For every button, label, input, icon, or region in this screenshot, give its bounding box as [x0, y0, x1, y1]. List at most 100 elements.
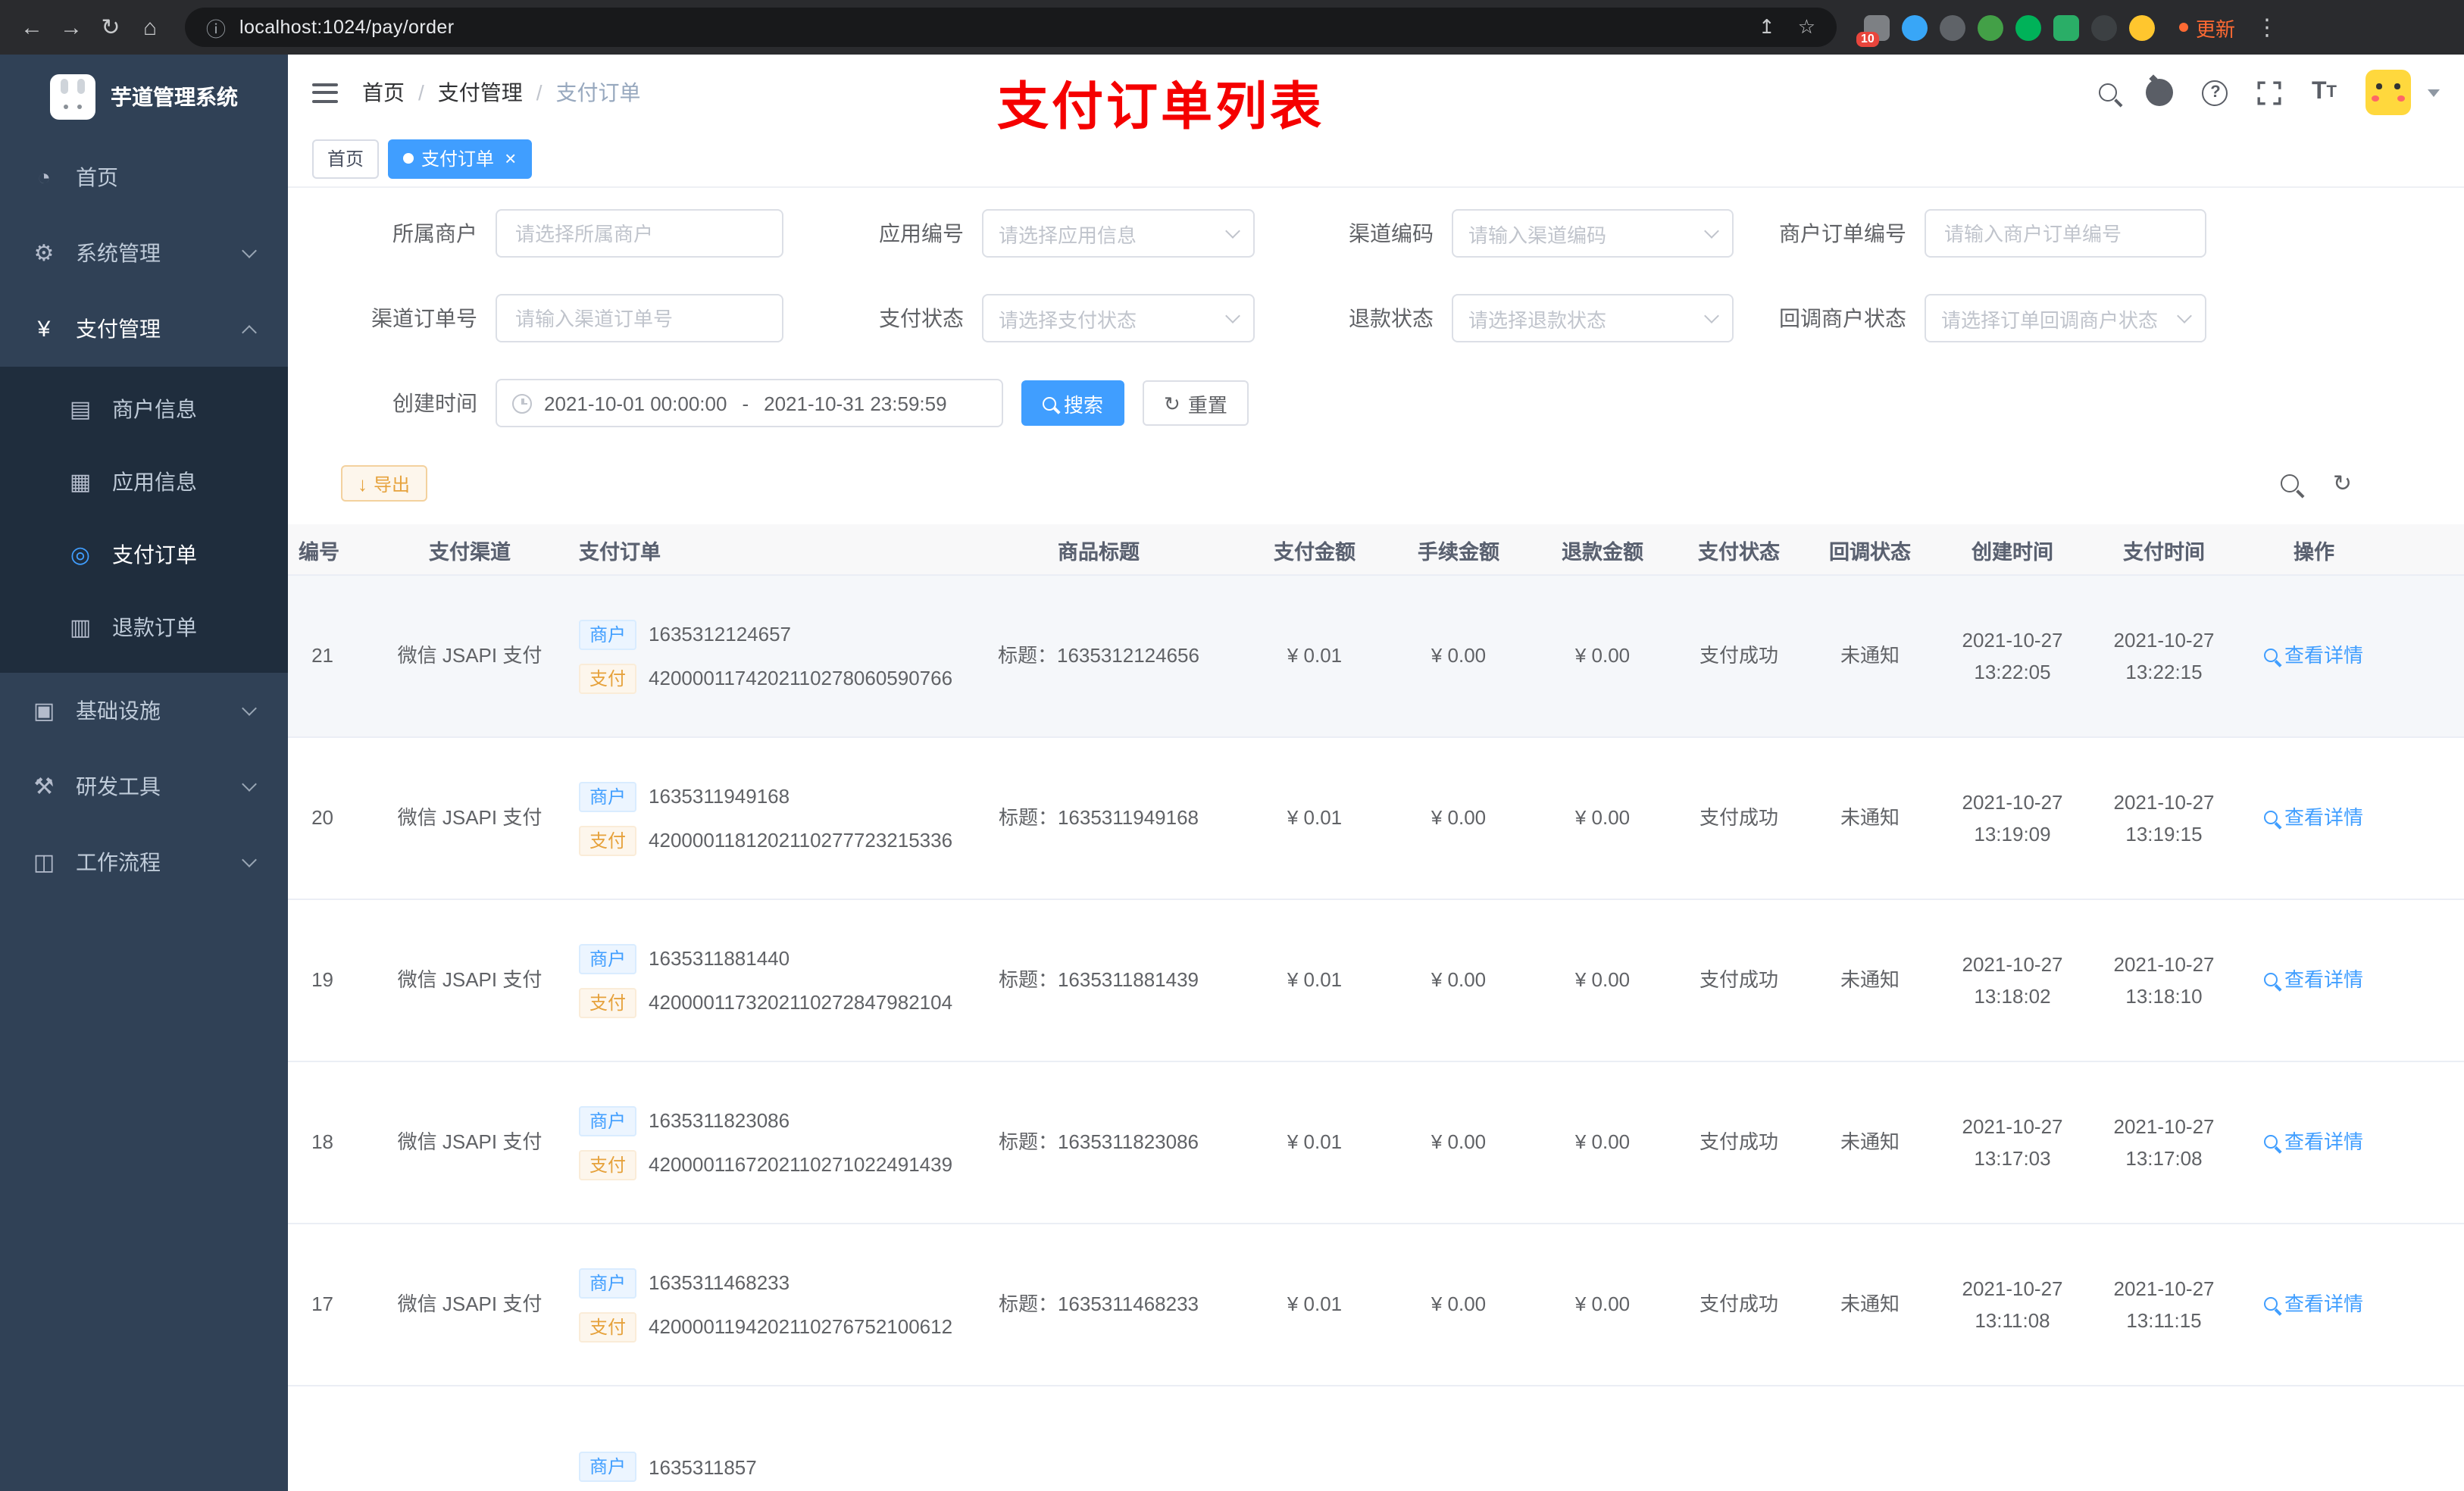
- site-info-icon[interactable]: ⓘ: [206, 13, 226, 42]
- merchant-order-no: 1635311949168: [649, 785, 790, 808]
- font-size-icon[interactable]: T: [2312, 80, 2337, 105]
- export-button[interactable]: ↓ 导出: [341, 465, 427, 502]
- view-detail-link[interactable]: 查看详情: [2264, 1127, 2363, 1157]
- cell-amount: ¥ 0.01: [1287, 968, 1343, 992]
- table-row[interactable]: 20 微信 JSAPI 支付 商户 1635311949168 支付 4200001…: [288, 738, 2464, 900]
- filter-row-3: 创建时间 2021-10-01 00:00:00 - 2021-10-31 23…: [288, 379, 2464, 427]
- extension-icon-blue[interactable]: [1902, 14, 1928, 40]
- search-button-label: 搜索: [1064, 393, 1104, 416]
- bookmark-star-icon[interactable]: ☆: [1798, 15, 1815, 39]
- merchant-filter-input[interactable]: [496, 209, 783, 258]
- extension-icon-green[interactable]: [1978, 14, 2003, 40]
- pay-status-select[interactable]: 请选择支付状态: [982, 294, 1255, 342]
- sidebar-item-app-info[interactable]: ▦ 应用信息: [0, 445, 288, 518]
- view-detail-link[interactable]: 查看详情: [2264, 803, 2363, 833]
- cell-fee: ¥ 0.00: [1431, 968, 1487, 992]
- merchant-order-no-input[interactable]: [1925, 209, 2206, 258]
- select-placeholder: 请输入渠道编码: [1468, 223, 1607, 246]
- breadcrumb-payment[interactable]: 支付管理: [438, 77, 523, 108]
- app-logo[interactable]: 芋道管理系统: [0, 55, 288, 139]
- refresh-table-icon[interactable]: ↻: [2333, 472, 2352, 495]
- user-avatar[interactable]: [2366, 70, 2411, 115]
- browser-menu-icon[interactable]: ⋮: [2247, 14, 2287, 41]
- cell-id: 20: [311, 806, 333, 830]
- sidebar-item-merchant-info[interactable]: ▤ 商户信息: [0, 373, 288, 445]
- cell-pay-time: 2021-10-27 13:11:15: [2113, 1277, 2215, 1332]
- search-icon[interactable]: [2099, 83, 2118, 102]
- reset-button[interactable]: ↻ 重置: [1143, 380, 1249, 426]
- table-row[interactable]: 17 微信 JSAPI 支付 商户 1635311468233 支付 4200001…: [288, 1224, 2464, 1386]
- col-pay-order: 支付订单: [579, 540, 661, 563]
- sidebar-item-payment[interactable]: ¥ 支付管理: [0, 291, 288, 367]
- col-create-time: 创建时间: [1972, 540, 2053, 563]
- sidebar-item-label: 系统管理: [76, 241, 161, 265]
- channel-code-select[interactable]: 请输入渠道编码: [1452, 209, 1734, 258]
- col-callback: 回调状态: [1829, 540, 1911, 563]
- tab-close-icon[interactable]: ×: [505, 148, 516, 168]
- breadcrumb-home[interactable]: 首页: [362, 77, 405, 108]
- search-icon: [2264, 811, 2278, 825]
- search-icon: [2264, 1135, 2278, 1149]
- sidebar-item-home[interactable]: ◔ 首页: [0, 139, 288, 215]
- help-icon[interactable]: [2202, 80, 2228, 105]
- cell-refund: ¥ 0.00: [1574, 806, 1631, 830]
- sidebar-item-pay-order[interactable]: ◎ 支付订单: [0, 518, 288, 591]
- table-row[interactable]: 19 微信 JSAPI 支付 商户 1635311881440 支付 4200001…: [288, 900, 2464, 1062]
- browser-update-button[interactable]: 更新: [2179, 13, 2235, 42]
- cell-callback: 未通知: [1840, 806, 1900, 830]
- extension-icon-gray[interactable]: [1940, 14, 1965, 40]
- refund-status-select[interactable]: 请选择退款状态: [1452, 294, 1734, 342]
- merchant-order-no: 1635311881440: [649, 947, 790, 970]
- sidebar-item-dev-tools[interactable]: ⚒ 研发工具: [0, 749, 288, 824]
- sidebar-item-infrastructure[interactable]: ▣ 基础设施: [0, 673, 288, 749]
- cell-title: 标题：1635311823086: [998, 1130, 1199, 1154]
- toggle-search-icon[interactable]: [2281, 474, 2300, 492]
- fullscreen-icon[interactable]: [2257, 80, 2283, 105]
- view-detail-link[interactable]: 查看详情: [2264, 1289, 2363, 1319]
- table-toolbar: ↓ 导出 ↻: [288, 464, 2464, 503]
- pay-tag: 支付: [579, 825, 637, 855]
- search-button[interactable]: 搜索: [1021, 380, 1125, 426]
- merchant-tag: 商户: [579, 781, 637, 811]
- extension-icon-pin[interactable]: [2091, 14, 2117, 40]
- search-icon: [2264, 1297, 2278, 1311]
- home-icon[interactable]: ⌂: [130, 14, 170, 40]
- create-time-range-picker[interactable]: 2021-10-01 00:00:00 - 2021-10-31 23:59:5…: [496, 379, 1003, 427]
- table-row-partial[interactable]: 商户 1635311857: [288, 1386, 2464, 1491]
- back-icon[interactable]: ←: [12, 14, 52, 40]
- sidebar-item-workflow[interactable]: ◫ 工作流程: [0, 824, 288, 900]
- cell-create-time: 2021-10-27 13:11:08: [1962, 1277, 2063, 1332]
- cell-id: 21: [311, 644, 333, 667]
- channel-order-no-input[interactable]: [496, 294, 783, 342]
- forward-icon[interactable]: →: [52, 14, 91, 40]
- search-icon: [2264, 973, 2278, 987]
- reload-icon[interactable]: ↻: [91, 14, 130, 41]
- view-detail-link[interactable]: 查看详情: [2264, 965, 2363, 995]
- address-bar[interactable]: ⓘ localhost:1024/pay/order ↥ ☆: [185, 8, 1837, 47]
- share-icon[interactable]: ↥: [1759, 15, 1775, 39]
- hamburger-icon[interactable]: [312, 83, 338, 102]
- table-row[interactable]: 21 微信 JSAPI 支付 商户 1635312124657 支付 4200001…: [288, 576, 2464, 738]
- github-icon[interactable]: [2146, 79, 2174, 106]
- sidebar-item-refund-order[interactable]: ▥ 退款订单: [0, 591, 288, 664]
- filter-label: 回调商户状态: [1779, 306, 1906, 330]
- chevron-down-icon: [242, 701, 257, 716]
- profile-avatar-icon[interactable]: [2129, 14, 2155, 40]
- avatar-dropdown-caret[interactable]: [2428, 89, 2440, 96]
- callback-status-select[interactable]: 请选择订单回调商户状态: [1925, 294, 2206, 342]
- tab-pay-order[interactable]: 支付订单 ×: [388, 139, 532, 178]
- app-no-select[interactable]: 请选择应用信息: [982, 209, 1255, 258]
- extension-icon-chat[interactable]: [2053, 14, 2079, 40]
- tab-home[interactable]: 首页: [312, 139, 380, 178]
- extension-icon-badged[interactable]: 10: [1856, 14, 1890, 46]
- screenshot-root: ← → ↻ ⌂ ⓘ localhost:1024/pay/order ↥ ☆ 1…: [0, 0, 2464, 1491]
- table-header-row: 编号 支付渠道 支付订单 商品标题 支付金额 手续金额 退款金额 支付状态 回调…: [288, 524, 2464, 576]
- sidebar-item-system[interactable]: ⚙ 系统管理: [0, 215, 288, 291]
- extension-icon-green-check[interactable]: [2015, 14, 2041, 40]
- filter-label: 退款状态: [1349, 306, 1434, 330]
- table-row[interactable]: 18 微信 JSAPI 支付 商户 1635311823086 支付 4200001…: [288, 1062, 2464, 1224]
- cell-create-time: 2021-10-27 13:18:02: [1962, 952, 2063, 1008]
- filter-label: 创建时间: [392, 391, 477, 415]
- view-detail-link[interactable]: 查看详情: [2264, 641, 2363, 670]
- cell-amount: ¥ 0.01: [1287, 1130, 1343, 1154]
